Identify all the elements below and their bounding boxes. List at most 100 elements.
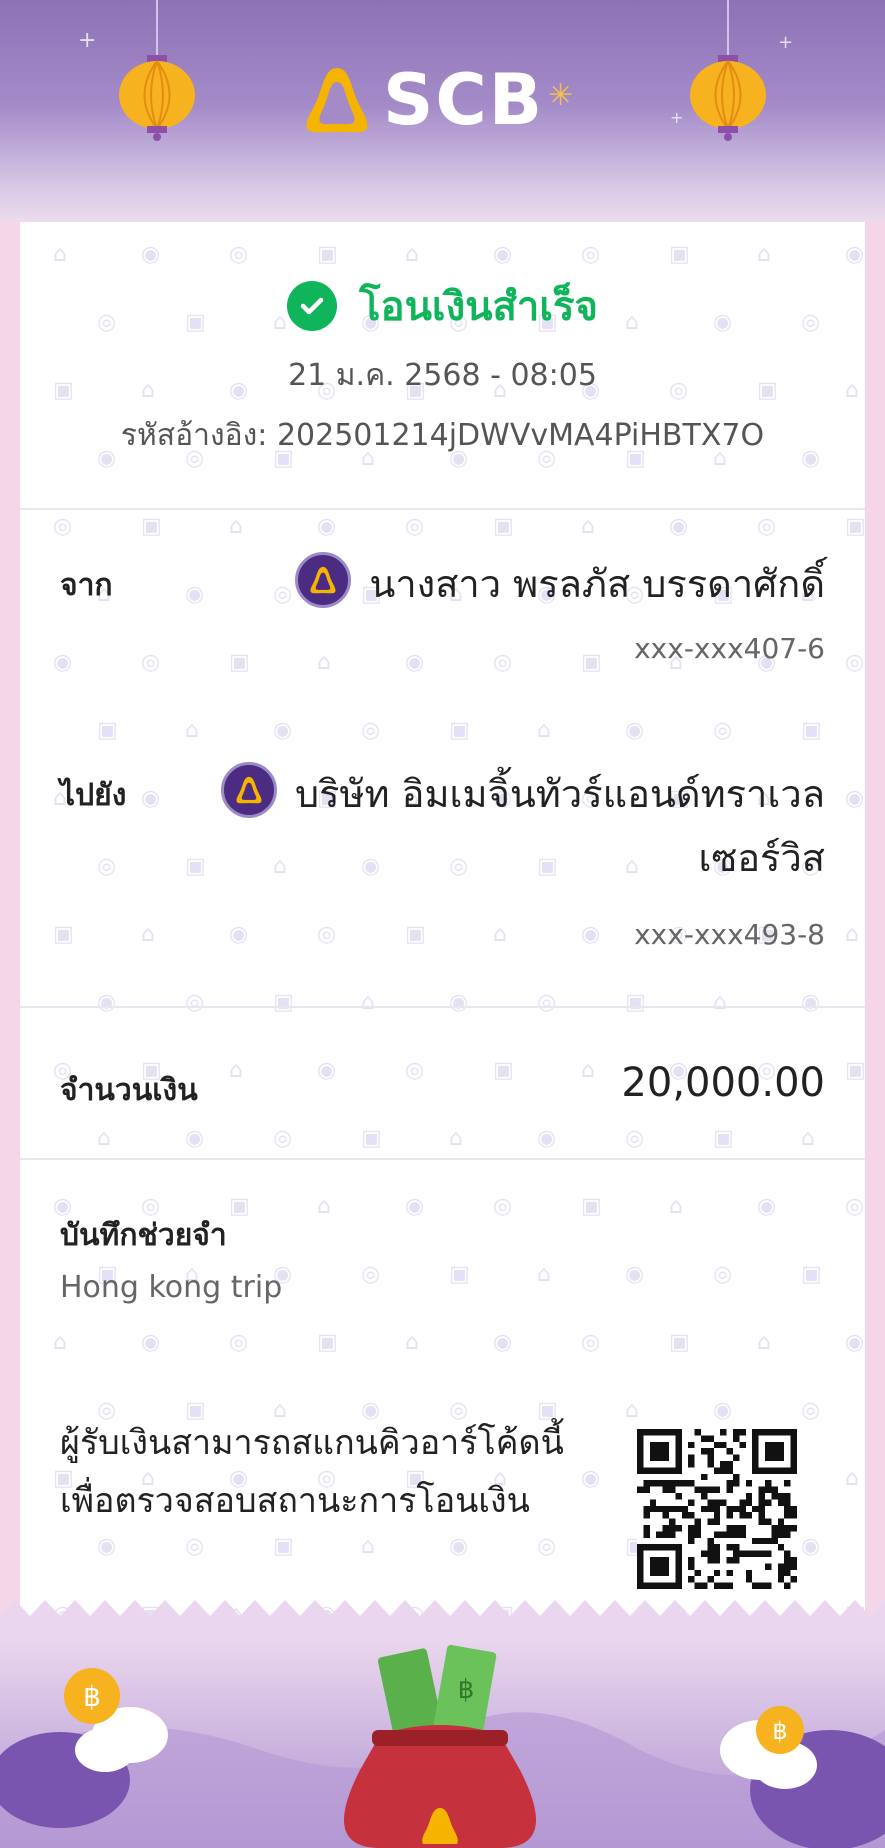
pattern-glyph: ▣ — [272, 1534, 294, 1559]
pattern-glyph: ◉ — [668, 514, 689, 539]
pattern-glyph: ◎ — [756, 514, 777, 539]
pattern-glyph: ◉ — [624, 1262, 645, 1287]
divider — [20, 1158, 865, 1160]
sparkle-icon: + — [778, 32, 794, 53]
coin-icon: ฿ — [756, 1706, 804, 1754]
pattern-glyph: ⌂ — [844, 922, 859, 947]
pattern-glyph: ▣ — [316, 242, 338, 267]
pattern-glyph: ◎ — [360, 718, 381, 743]
pattern-glyph: ⌂ — [316, 650, 331, 675]
pattern-glyph: ◉ — [800, 1534, 821, 1559]
pattern-glyph: ◎ — [316, 922, 337, 947]
pattern-glyph: ◎ — [52, 514, 73, 539]
sparkle-icon: ✳ — [548, 78, 574, 113]
pattern-glyph: ◉ — [96, 990, 117, 1015]
lantern-icon — [690, 0, 766, 141]
pattern-glyph: ▣ — [668, 242, 690, 267]
pattern-glyph: ▣ — [228, 650, 250, 675]
pattern-glyph: ◉ — [52, 650, 73, 675]
pattern-glyph: ◎ — [844, 1194, 865, 1219]
sparkle-icon: + — [670, 108, 684, 127]
pattern-glyph: ▣ — [492, 1058, 514, 1083]
pattern-glyph: ⌂ — [404, 242, 419, 267]
pattern-glyph: ▣ — [404, 922, 426, 947]
pattern-glyph: ◎ — [404, 514, 425, 539]
pattern-glyph: ▣ — [448, 718, 470, 743]
pattern-glyph: ◎ — [536, 1534, 557, 1559]
pattern-glyph: ▣ — [624, 990, 646, 1015]
svg-text:฿: ฿ — [83, 1680, 101, 1713]
sparkle-icon: + — [78, 28, 97, 53]
pattern-glyph: ◉ — [228, 922, 249, 947]
pattern-glyph: ◎ — [228, 242, 249, 267]
pattern-glyph: ◎ — [580, 1330, 601, 1355]
pattern-glyph: ⌂ — [580, 514, 595, 539]
pattern-glyph: ▣ — [844, 514, 865, 539]
svg-text:฿: ฿ — [772, 1717, 787, 1745]
pattern-glyph: ◎ — [228, 1330, 249, 1355]
pattern-glyph: ◉ — [448, 1534, 469, 1559]
pattern-glyph: ◎ — [140, 650, 161, 675]
pattern-glyph: ▣ — [272, 990, 294, 1015]
pattern-glyph: ▣ — [316, 1330, 338, 1355]
receipt-card: ⌂ ◉ ◎ ▣ ⌂ ◉ ◎ ▣ ⌂ ◉ ◎ ▣ ⌂ ◉ ◎ ▣ ⌂ ◉ ◎ ▣ ⌂ ◉ ◎ ▣ ⌂ ◉ ◎ ▣ ⌂ ◉ ◎ ▣ ⌂ ◉ ◎ ▣ ⌂ ◉ ◎ ▣… — [20, 222, 865, 1642]
pattern-glyph: ⌂ — [228, 1058, 243, 1083]
status-row: โอนเงินสำเร็จ — [20, 274, 865, 338]
pattern-glyph: ⌂ — [580, 1058, 595, 1083]
to-label: ไปยัง — [60, 778, 127, 813]
pattern-glyph: ▣ — [228, 1194, 250, 1219]
pattern-glyph: ⌂ — [316, 1194, 331, 1219]
pattern-glyph: ▣ — [140, 514, 162, 539]
svg-text:฿: ฿ — [458, 1675, 475, 1705]
pattern-glyph: ▣ — [844, 1058, 865, 1083]
pattern-glyph: ◉ — [624, 718, 645, 743]
divider — [20, 1006, 865, 1008]
pattern-glyph: ◎ — [800, 1398, 821, 1423]
pattern-glyph: ◎ — [712, 718, 733, 743]
pattern-glyph: ◉ — [272, 718, 293, 743]
pattern-glyph: ▣ — [184, 854, 206, 879]
pattern-glyph: ◉ — [448, 990, 469, 1015]
pattern-glyph: ◉ — [492, 1330, 513, 1355]
pattern-glyph: ◉ — [140, 242, 161, 267]
pattern-glyph: ◉ — [184, 582, 205, 607]
from-account-number: xxx-xxx407-6 — [634, 632, 825, 665]
pattern-glyph: ▣ — [448, 1262, 470, 1287]
footer-illustration: ฿ ฿ ฿ — [0, 1640, 885, 1848]
qr-instruction-line2: เพื่อตรวจสอบสถานะการโอนเงิน — [60, 1481, 530, 1521]
pattern-glyph: ⌂ — [184, 718, 199, 743]
qr-code-icon[interactable] — [637, 1429, 797, 1589]
decor-strip-left — [0, 222, 20, 1662]
lantern-icon — [119, 0, 195, 141]
status-label: โอนเงินสำเร็จ — [359, 284, 598, 330]
pattern-glyph: ▣ — [580, 650, 602, 675]
pattern-glyph: ⌂ — [52, 1330, 67, 1355]
pattern-glyph: ◎ — [492, 1194, 513, 1219]
pattern-glyph: ▣ — [580, 1194, 602, 1219]
pattern-glyph: ▣ — [800, 718, 822, 743]
pattern-glyph: ⌂ — [404, 1330, 419, 1355]
pattern-glyph: ◉ — [844, 242, 865, 267]
divider — [20, 508, 865, 510]
pattern-glyph: ◎ — [536, 990, 557, 1015]
pattern-glyph: ⌂ — [360, 990, 375, 1015]
brand-name: SCB — [383, 59, 545, 141]
pattern-glyph: ◉ — [404, 1194, 425, 1219]
pattern-glyph: ⌂ — [448, 1126, 463, 1151]
scb-logo: SCB ✳ — [303, 60, 593, 140]
pattern-glyph: ◎ — [184, 990, 205, 1015]
pattern-glyph: ◎ — [492, 650, 513, 675]
pattern-glyph: ◎ — [580, 242, 601, 267]
memo-value: Hong kong trip — [60, 1270, 283, 1305]
pattern-glyph: ⌂ — [712, 990, 727, 1015]
pattern-glyph: ◉ — [580, 1466, 601, 1491]
pattern-glyph: ◉ — [756, 1194, 777, 1219]
pattern-glyph: ◉ — [184, 1126, 205, 1151]
pattern-glyph: ⌂ — [624, 1398, 639, 1423]
pattern-glyph: ▣ — [800, 1262, 822, 1287]
to-name: บริษัท อิมเมจิ้นทัวร์แอนด์ทราเวล เซอร์วิ… — [295, 762, 825, 890]
to-account-row: บริษัท อิมเมจิ้นทัวร์แอนด์ทราเวล เซอร์วิ… — [220, 762, 825, 890]
amount-label: จำนวนเงิน — [60, 1073, 198, 1108]
pattern-glyph: ⌂ — [52, 242, 67, 267]
pattern-glyph: ⌂ — [668, 1194, 683, 1219]
